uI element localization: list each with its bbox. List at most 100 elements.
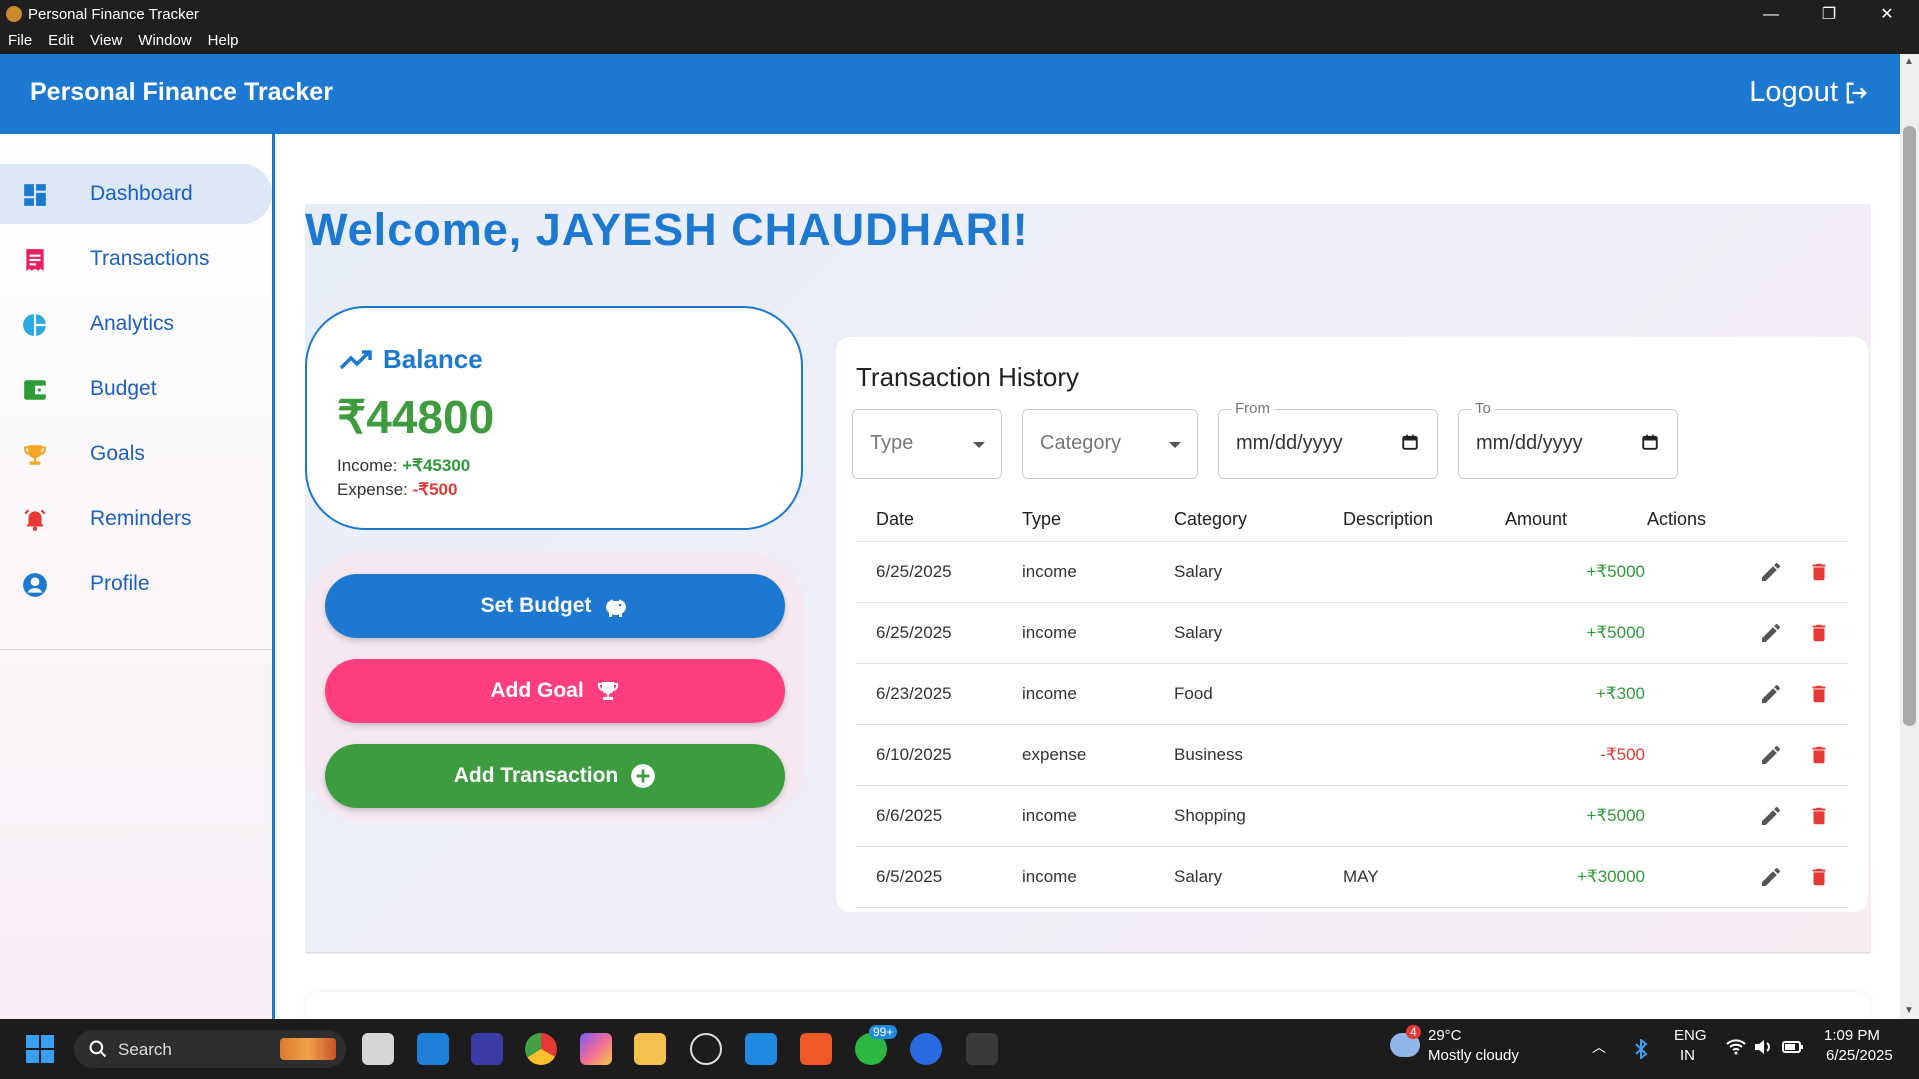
calendar-icon[interactable] — [1401, 433, 1419, 451]
vscode-icon[interactable] — [745, 1033, 777, 1065]
delete-icon[interactable] — [1808, 560, 1830, 584]
cell-type: income — [1021, 602, 1173, 664]
scroll-up-arrow[interactable]: ▲ — [1903, 56, 1915, 68]
cell-actions — [1646, 724, 1848, 786]
add-goal-label: Add Goal — [490, 679, 584, 702]
cell-date: 6/25/2025 — [856, 541, 1021, 603]
from-date-input[interactable]: From mm/dd/yyyy — [1218, 400, 1438, 479]
edit-icon[interactable] — [1759, 682, 1783, 706]
brave-icon[interactable] — [800, 1033, 832, 1065]
obs-icon[interactable] — [690, 1033, 722, 1065]
expense-line: Expense: -₹500 — [337, 480, 457, 500]
edit-icon[interactable] — [1759, 804, 1783, 828]
battery-icon[interactable] — [1782, 1039, 1804, 1055]
windows-start-icon[interactable] — [24, 1033, 56, 1065]
cell-type: income — [1021, 846, 1173, 908]
delete-icon[interactable] — [1808, 743, 1830, 767]
language-line2[interactable]: IN — [1680, 1047, 1695, 1064]
menu-view[interactable]: View — [82, 29, 130, 49]
chrome-icon[interactable] — [525, 1033, 557, 1065]
app-icon-1[interactable] — [417, 1033, 449, 1065]
column-header-actions: Actions — [1646, 497, 1848, 542]
menu-window[interactable]: Window — [130, 29, 199, 49]
receipt-icon — [26, 249, 44, 271]
restore-button[interactable]: ❐ — [1800, 0, 1858, 29]
edit-icon[interactable] — [1759, 560, 1783, 584]
column-header-date[interactable]: Date — [856, 497, 1021, 542]
logout-label: Logout — [1749, 76, 1838, 108]
column-header-type[interactable]: Type — [1021, 497, 1173, 542]
volume-icon[interactable] — [1754, 1039, 1774, 1055]
category-filter-select[interactable]: Category — [1022, 409, 1198, 479]
balance-title: Balance — [383, 344, 483, 374]
delete-icon[interactable] — [1808, 865, 1830, 889]
edit-icon[interactable] — [1759, 743, 1783, 767]
sidebar-item-dashboard[interactable]: Dashboard — [0, 164, 272, 224]
whatsapp-icon[interactable]: 99+ — [855, 1025, 898, 1065]
edit-icon[interactable] — [1759, 865, 1783, 889]
calendar-icon[interactable] — [1641, 433, 1659, 451]
menu-help[interactable]: Help — [200, 29, 247, 49]
window-titlebar: Personal Finance Tracker — ❐ ✕ — [0, 0, 1919, 29]
set-budget-button[interactable]: Set Budget — [325, 574, 785, 638]
cell-date: 6/10/2025 — [856, 724, 1021, 786]
close-button[interactable]: ✕ — [1858, 0, 1916, 29]
delete-icon[interactable] — [1808, 682, 1830, 706]
column-header-amount[interactable]: Amount — [1504, 497, 1646, 542]
copilot-icon[interactable] — [580, 1033, 612, 1065]
finance-tracker-taskbar-icon[interactable] — [966, 1033, 998, 1065]
sidebar: Dashboard Transactions Analytics Budget … — [0, 134, 275, 1019]
alarm-icon — [24, 509, 46, 531]
app-icon-2[interactable] — [471, 1033, 503, 1065]
cell-actions — [1646, 541, 1848, 603]
window-scrollbar[interactable]: ▲ ▼ — [1900, 54, 1919, 1019]
wifi-icon[interactable] — [1726, 1039, 1746, 1055]
delete-icon[interactable] — [1808, 804, 1830, 828]
type-filter-select[interactable]: Type — [852, 409, 1002, 479]
column-header-category[interactable]: Category — [1173, 497, 1342, 542]
balance-header: Balance — [339, 344, 483, 375]
app-store-icon[interactable] — [910, 1033, 942, 1065]
column-header-description[interactable]: Description — [1342, 497, 1504, 542]
menu-file[interactable]: File — [0, 29, 40, 49]
edit-icon[interactable] — [1759, 621, 1783, 645]
clock-time[interactable]: 1:09 PM — [1824, 1027, 1880, 1044]
expense-value: -₹500 — [412, 480, 458, 499]
to-date-label: To — [1471, 400, 1495, 417]
add-goal-button[interactable]: Add Goal — [325, 659, 785, 723]
sidebar-item-reminders[interactable]: Reminders — [0, 489, 272, 549]
from-date-label: From — [1231, 400, 1274, 417]
balance-card: Balance ₹44800 Income: +₹45300 Expense: … — [305, 306, 803, 530]
logout-button[interactable]: Logout — [1749, 76, 1870, 109]
cell-date: 6/23/2025 — [856, 663, 1021, 725]
to-date-input[interactable]: To mm/dd/yyyy — [1458, 400, 1678, 479]
chevron-down-icon — [1169, 442, 1181, 448]
bluetooth-icon[interactable] — [1634, 1039, 1648, 1059]
file-explorer-icon[interactable] — [634, 1033, 666, 1065]
sidebar-item-transactions[interactable]: Transactions — [0, 229, 272, 289]
cell-actions — [1646, 785, 1848, 847]
menu-edit[interactable]: Edit — [40, 29, 82, 49]
chevron-up-icon[interactable]: ︿ — [1592, 1037, 1606, 1057]
to-date-value: mm/dd/yyyy — [1476, 432, 1583, 454]
add-circle-icon — [631, 764, 656, 788]
sidebar-item-profile[interactable]: Profile — [0, 554, 272, 614]
cell-actions — [1646, 846, 1848, 908]
sidebar-item-analytics[interactable]: Analytics — [0, 294, 272, 354]
taskbar-search[interactable]: Search — [74, 1030, 346, 1068]
search-icon — [89, 1040, 107, 1058]
language-line1[interactable]: ENG — [1674, 1027, 1707, 1044]
search-highlight-icon — [280, 1038, 336, 1060]
scroll-thumb[interactable] — [1903, 126, 1916, 726]
task-view-icon[interactable] — [362, 1033, 394, 1065]
weather-icon[interactable]: 4 — [1390, 1025, 1421, 1057]
add-transaction-button[interactable]: Add Transaction — [325, 744, 785, 808]
clock-date[interactable]: 6/25/2025 — [1826, 1047, 1893, 1064]
sidebar-item-label: Reminders — [90, 507, 192, 530]
sidebar-item-budget[interactable]: Budget — [0, 359, 272, 419]
scroll-down-arrow[interactable]: ▼ — [1903, 1005, 1915, 1017]
sidebar-item-goals[interactable]: Goals — [0, 424, 272, 484]
dashboard-icon — [24, 184, 46, 206]
minimize-button[interactable]: — — [1742, 0, 1800, 29]
delete-icon[interactable] — [1808, 621, 1830, 645]
